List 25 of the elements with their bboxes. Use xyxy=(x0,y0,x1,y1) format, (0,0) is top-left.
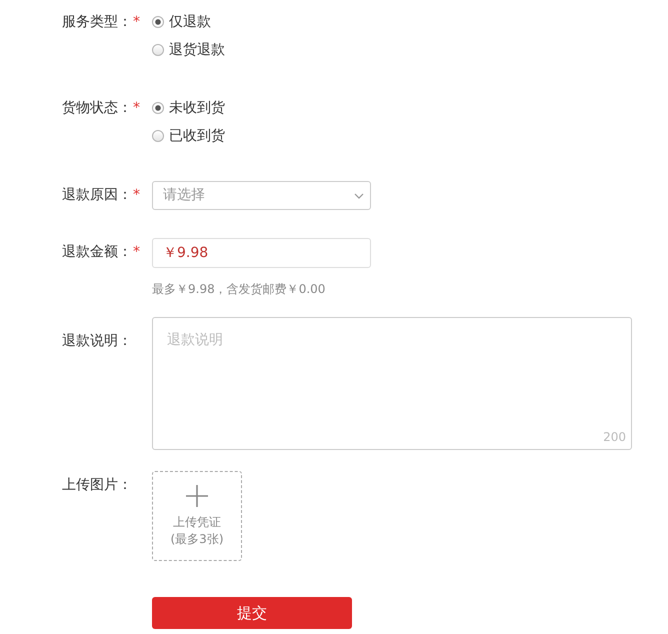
required-mark: * xyxy=(133,187,140,203)
upload-button[interactable]: 上传凭证 (最多3张) xyxy=(152,471,242,561)
char-counter: 200 xyxy=(603,429,626,446)
field-label: 上传图片： xyxy=(62,477,132,493)
required-mark: * xyxy=(133,244,140,260)
field-label: 退款金额： xyxy=(62,244,132,260)
field-label: 退款说明： xyxy=(62,333,132,349)
radio-label[interactable]: 未收到货 xyxy=(169,98,225,118)
submit-button[interactable]: 提交 xyxy=(152,597,352,629)
required-mark: * xyxy=(133,100,140,116)
radio-label[interactable]: 退货退款 xyxy=(169,40,225,60)
radio-button[interactable] xyxy=(152,44,164,56)
amount-hint: 最多￥9.98，含发货邮费￥0.00 xyxy=(152,281,326,297)
amount-field[interactable]: ￥9.98 xyxy=(152,238,371,268)
plus-icon xyxy=(185,484,209,508)
required-mark: * xyxy=(133,14,140,30)
radio-button[interactable] xyxy=(152,102,164,114)
radio-button[interactable] xyxy=(152,130,164,142)
field-label: 货物状态： xyxy=(62,100,132,116)
field-label: 退款原因： xyxy=(62,187,132,203)
radio-label[interactable]: 仅退款 xyxy=(169,12,211,32)
radio-label[interactable]: 已收到货 xyxy=(169,126,225,146)
field-label: 服务类型： xyxy=(62,14,132,30)
chevron-down-icon xyxy=(354,192,364,198)
radio-button[interactable] xyxy=(152,16,164,28)
